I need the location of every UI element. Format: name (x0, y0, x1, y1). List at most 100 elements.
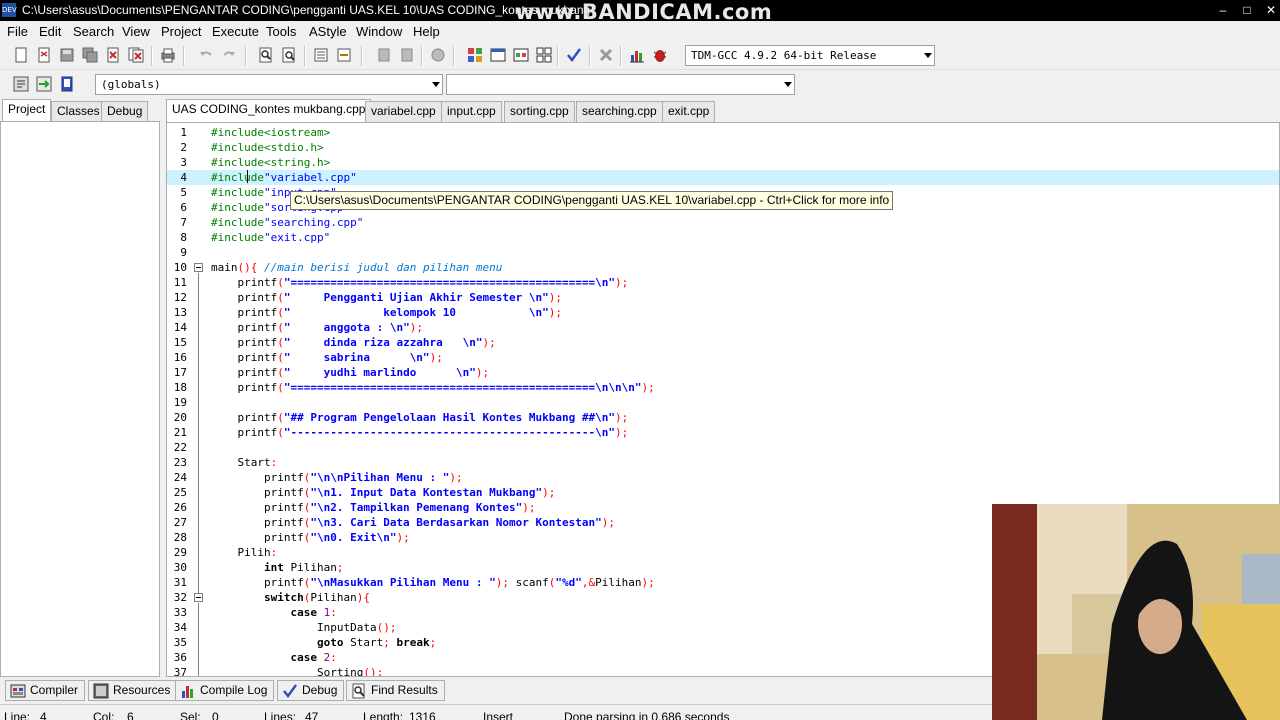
run-icon[interactable] (488, 45, 508, 65)
code-line[interactable]: 2 #include<stdio.h> (167, 140, 1279, 155)
code-line[interactable]: 9 (167, 245, 1279, 260)
code-line[interactable]: 22 (167, 440, 1279, 455)
code-line[interactable]: 12 printf(" Pengganti Ujian Akhir Semest… (167, 290, 1279, 305)
code-text: #include"variabel.cpp" (211, 171, 357, 184)
code-text: int Pilihan; (263, 561, 344, 574)
file-tab-sorting[interactable]: sorting.cpp (504, 101, 575, 122)
tab-compile-log[interactable]: Compile Log (175, 680, 275, 701)
indent-icon[interactable] (311, 45, 331, 65)
profile-icon[interactable] (627, 45, 647, 65)
rebuild-all-icon[interactable] (534, 45, 554, 65)
code-text: printf(" sabrina \n"); (211, 351, 443, 364)
project-remove-icon[interactable] (397, 45, 417, 65)
line-number: 4 (180, 171, 187, 184)
find-icon[interactable] (256, 45, 276, 65)
code-line[interactable]: 24 printf("\n\nPilihan Menu : "); (167, 470, 1279, 485)
include-path-tooltip: C:\Users\asus\Documents\PENGANTAR CODING… (290, 191, 894, 210)
compile-run-icon[interactable] (511, 45, 531, 65)
code-line[interactable]: 17 printf(" yudhi marlindo \n"); (167, 365, 1279, 380)
tab-resources[interactable]: Resources (88, 680, 178, 701)
code-line[interactable]: 3 #include<string.h> (167, 155, 1279, 170)
code-line[interactable]: 8 #include"exit.cpp" (167, 230, 1279, 245)
close-file-icon[interactable] (103, 45, 123, 65)
menu-astyle[interactable]: AStyle (309, 24, 347, 39)
code-line[interactable]: 7 #include"searching.cpp" (167, 215, 1279, 230)
tab-classes[interactable]: Classes (51, 101, 106, 121)
status-sel-value: 0 (212, 710, 219, 720)
save-icon[interactable] (57, 45, 77, 65)
devcpp-app-icon[interactable]: DEV (2, 3, 17, 17)
code-line[interactable]: 1 #include<iostream> (167, 125, 1279, 140)
redo-icon[interactable] (219, 45, 239, 65)
undo-icon[interactable] (196, 45, 216, 65)
menu-search[interactable]: Search (73, 24, 114, 39)
code-line[interactable]: 14 printf(" anggota : \n"); (167, 320, 1279, 335)
menu-view[interactable]: View (122, 24, 150, 39)
goto-declaration-icon[interactable] (34, 74, 54, 94)
code-line[interactable]: 11 printf("=============================… (167, 275, 1279, 290)
project-add-icon[interactable] (374, 45, 394, 65)
goto-line-icon[interactable] (334, 45, 354, 65)
title-bar: DEV C:\Users\asus\Documents\PENGANTAR CO… (0, 0, 1280, 23)
debug-bug-icon[interactable] (650, 45, 670, 65)
compiler-select[interactable]: TDM-GCC 4.9.2 64-bit Release (685, 45, 935, 66)
fold-toggle-icon[interactable] (194, 263, 203, 272)
new-file-icon[interactable] (11, 45, 31, 65)
tab-compiler[interactable]: Compiler (5, 680, 86, 701)
menu-file[interactable]: File (7, 24, 28, 39)
toolbar-separator (589, 46, 591, 66)
line-number: 1 (180, 126, 187, 139)
code-line[interactable]: 13 printf(" kelompok 10 \n"); (167, 305, 1279, 320)
menu-project[interactable]: Project (161, 24, 201, 39)
close-all-icon[interactable] (126, 45, 146, 65)
goto-definition-icon[interactable] (57, 74, 77, 94)
maximize-icon[interactable]: □ (1238, 2, 1256, 18)
project-browser-panel[interactable] (0, 121, 160, 677)
menu-tools[interactable]: Tools (266, 24, 296, 39)
insert-code-icon[interactable] (11, 74, 31, 94)
file-tab-uas-coding[interactable]: UAS CODING_kontes mukbang.cpp (166, 99, 372, 122)
code-line[interactable]: 15 printf(" dinda riza azzahra \n"); (167, 335, 1279, 350)
tab-project[interactable]: Project (2, 99, 52, 121)
chevron-down-icon (924, 53, 932, 58)
code-line[interactable]: 18 printf("=============================… (167, 380, 1279, 395)
code-line[interactable]: 21 printf("-----------------------------… (167, 425, 1279, 440)
compile-icon[interactable] (465, 45, 485, 65)
code-line[interactable]: 16 printf(" sabrina \n"); (167, 350, 1279, 365)
syntax-check-icon[interactable] (564, 45, 584, 65)
fold-toggle-icon[interactable] (194, 593, 203, 602)
file-tab-searching[interactable]: searching.cpp (576, 101, 663, 122)
menu-execute[interactable]: Execute (212, 24, 259, 39)
code-line[interactable]: 25 printf("\n1. Input Data Kontestan Muk… (167, 485, 1279, 500)
tab-find-results[interactable]: Find Results (346, 680, 445, 701)
status-lines-label: Lines: (264, 710, 297, 720)
code-line[interactable]: 23 Start: (167, 455, 1279, 470)
line-number: 5 (180, 186, 187, 199)
close-icon[interactable]: ✕ (1262, 2, 1280, 18)
save-all-icon[interactable] (80, 45, 100, 65)
tab-debug-output-label: Debug (302, 683, 338, 697)
project-options-icon[interactable] (428, 45, 448, 65)
open-project-icon[interactable] (34, 45, 54, 65)
code-line[interactable]: 4 #include"variabel.cpp" (167, 170, 1279, 185)
tab-debug-output[interactable]: Debug (277, 680, 345, 701)
print-icon[interactable] (158, 45, 178, 65)
tab-debug[interactable]: Debug (101, 101, 149, 121)
member-select[interactable] (446, 74, 795, 95)
line-number: 10 (173, 261, 187, 274)
code-line[interactable]: 19 (167, 395, 1279, 410)
scope-select[interactable]: (globals) (95, 74, 443, 95)
replace-icon[interactable] (279, 45, 299, 65)
menu-help[interactable]: Help (413, 24, 440, 39)
editor-file-tabs: UAS CODING_kontes mukbang.cpp variabel.c… (166, 99, 1280, 122)
minimize-icon[interactable]: – (1214, 2, 1232, 18)
window-title: C:\Users\asus\Documents\PENGANTAR CODING… (22, 3, 591, 17)
code-line[interactable]: 10 main(){ //main berisi judul dan piliha… (167, 260, 1279, 275)
file-tab-exit[interactable]: exit.cpp (662, 101, 716, 122)
menu-edit[interactable]: Edit (39, 24, 61, 39)
menu-window[interactable]: Window (356, 24, 402, 39)
file-tab-input[interactable]: input.cpp (441, 101, 502, 122)
code-line[interactable]: 20 printf("## Program Pengelolaan Hasil … (167, 410, 1279, 425)
stop-execution-icon[interactable] (596, 45, 616, 65)
file-tab-variabel[interactable]: variabel.cpp (365, 101, 442, 122)
